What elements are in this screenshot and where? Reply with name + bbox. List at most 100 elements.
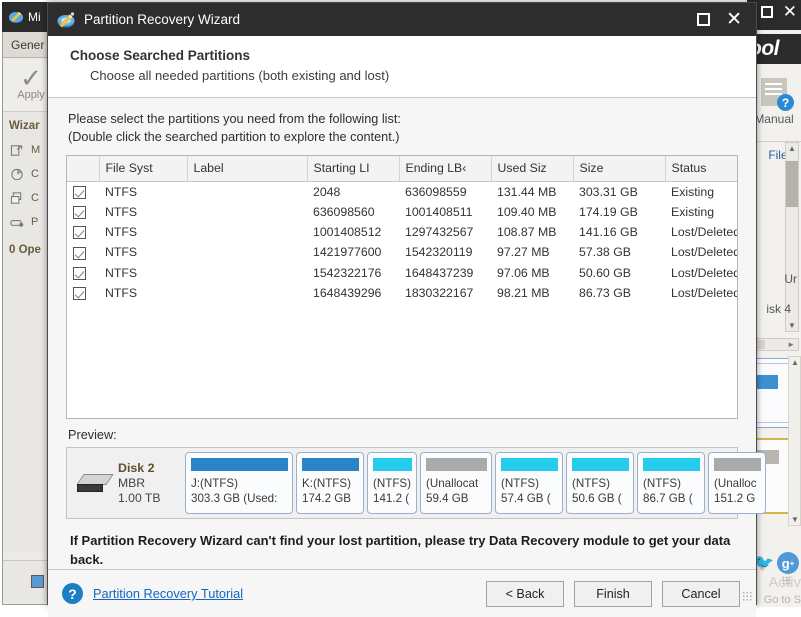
cell-status: Lost/Deleted [671,245,737,260]
disk-preview: Disk 2 MBR 1.00 TB J:(NTFS) 303.3 GB (Use… [66,447,766,519]
partition-usage-bar [426,458,487,471]
background-tab-label: Gener [11,37,45,52]
cell-label [187,283,307,303]
table-row[interactable]: NTFS 2048 636098559 131.44 MB 303.31 GB Exist… [67,181,737,202]
scroll-down-icon[interactable]: ▼ [791,515,799,524]
partition-recovery-icon [10,219,24,227]
sidebar-item-label: M [31,144,41,156]
cell-used-size: 98.21 MB [497,285,550,300]
cell-starting-lba: 1001408512 [313,225,382,240]
twitter-icon[interactable]: 🐦 [754,553,774,573]
cell-size: 57.38 GB [579,245,631,260]
row-checkbox[interactable] [67,283,99,303]
partition-size: 57.4 GB ( [501,492,551,505]
row-checkbox[interactable] [67,263,99,283]
table-row[interactable]: NTFS 1648439296 1830322167 98.21 MB 86.73 GB… [67,283,737,303]
cell-ending-lba: 1297432567 [405,225,474,240]
partitions-table: File Syst Label Starting LI Ending LB‹ U… [67,156,737,303]
cell-label [187,181,307,202]
cell-label [187,202,307,222]
cell-starting-lba: 636098560 [313,204,375,219]
google-plus-icon[interactable]: g + [777,552,799,574]
dialog-footer: ? Partition Recovery Tutorial < Back Fin… [48,569,756,617]
partition-cell[interactable]: (NTFS) 50.6 GB ( [566,452,634,514]
partition-name: (NTFS) [572,477,610,490]
row-checkbox[interactable] [67,202,99,222]
apply-check-icon[interactable]: ✓ [20,65,42,91]
partition-strip: J:(NTFS) 303.3 GB (Used: K:(NTFS) 174.2 GB… [185,452,766,514]
cell-label [187,242,307,262]
table-header: File Syst Label Starting LI Ending LB‹ U… [67,156,737,182]
cell-file-system: NTFS [105,204,138,219]
cell-status: Existing [671,204,715,219]
row-checkbox[interactable] [67,242,99,262]
dialog-title: Partition Recovery Wizard [84,12,241,27]
partition-cell[interactable]: K:(NTFS) 174.2 GB [296,452,364,514]
partition-name: (NTFS) [501,477,539,490]
partition-cell[interactable]: (NTFS) 141.2 ( [367,452,417,514]
disk-usage-icon [11,168,23,180]
resize-grip[interactable] [782,576,791,585]
table-row[interactable]: NTFS 636098560 1001408511 109.40 MB 174.19 G… [67,202,737,222]
back-button[interactable]: < Back [486,580,564,607]
scroll-up-icon[interactable]: ▲ [791,358,799,367]
partition-cell[interactable]: (Unallocat 59.4 GB [420,452,492,514]
partition-size: 50.6 GB ( [572,492,622,505]
column-header-status[interactable]: Status [665,156,737,182]
column-header-used-size[interactable]: Used Siz [491,156,574,182]
table-header-row: File Syst Label Starting LI Ending LB‹ U… [67,156,737,182]
column-header-label[interactable]: Label [187,156,308,182]
row-checkbox[interactable] [67,181,99,202]
partition-usage-bar [714,458,761,471]
cell-file-system: NTFS [105,285,138,300]
instructions: Please select the partitions you need fr… [66,110,738,146]
help-icon[interactable]: ? [62,583,83,604]
column-header-ending-lba[interactable]: Ending LB‹ [399,156,492,182]
dialog-body: Please select the partitions you need fr… [48,98,766,569]
partition-usage-bar [302,458,359,471]
scroll-right-icon[interactable]: ► [787,340,795,349]
partition-usage-bar [373,458,412,471]
cell-ending-lba: 636098559 [405,184,467,199]
partition-size: 86.7 GB ( [643,492,693,505]
cancel-button[interactable]: Cancel [662,580,740,607]
social-links[interactable]: 🐦 g + [754,552,799,574]
table-row[interactable]: NTFS 1421977600 1542320119 97.27 MB 57.38 GB… [67,242,737,262]
partition-cell[interactable]: (NTFS) 57.4 GB ( [495,452,563,514]
table-row[interactable]: NTFS 1001408512 1297432567 108.87 MB 141.16 … [67,222,737,242]
row-checkbox[interactable] [67,222,99,242]
unallocated-label: Ur [784,272,797,286]
dialog-subheading: Choose all needed partitions (both exist… [90,68,390,83]
cell-used-size: 131.44 MB [497,184,557,199]
maximize-icon[interactable] [697,13,711,26]
scrollbar-thumb[interactable] [786,161,798,207]
manual-doc-icon [761,78,794,111]
cell-ending-lba: 1542320119 [405,245,473,260]
cell-starting-lba: 1648439296 [313,285,382,300]
tutorial-link[interactable]: Partition Recovery Tutorial [93,586,243,601]
scroll-up-icon[interactable]: ▲ [788,144,796,153]
warning-text: If Partition Recovery Wizard can't find … [70,533,731,567]
cell-file-system: NTFS [105,265,138,280]
column-header-starting-lba[interactable]: Starting LI [307,156,400,182]
close-icon[interactable]: ✕ [783,3,797,20]
maximize-icon[interactable] [760,6,773,18]
column-header-select[interactable] [67,156,100,182]
resize-grip[interactable] [742,591,752,601]
instruction-line-1: Please select the partitions you need fr… [68,112,401,126]
apply-button-label: Apply [17,89,45,101]
partition-cell[interactable]: (NTFS) 86.7 GB ( [637,452,705,514]
close-icon[interactable]: ✕ [726,10,742,29]
scroll-down-icon[interactable]: ▼ [788,321,796,330]
partition-cell[interactable]: J:(NTFS) 303.3 GB (Used: [185,452,293,514]
cell-ending-lba: 1001408511 [405,204,473,219]
dialog-titlebar[interactable]: Partition Recovery Wizard ✕ [48,3,756,36]
partition-size: 151.2 G [714,492,756,505]
finish-button[interactable]: Finish [574,580,652,607]
partition-cell[interactable]: (Unalloc 151.2 G [708,452,766,514]
background-vertical-scrollbar-bottom[interactable]: ▲ ▼ [788,356,801,526]
table-row[interactable]: NTFS 1542322176 1648437239 97.06 MB 50.60 GB… [67,263,737,283]
column-header-size[interactable]: Size [573,156,666,182]
cell-label [187,222,307,242]
column-header-file-system[interactable]: File Syst [99,156,188,182]
